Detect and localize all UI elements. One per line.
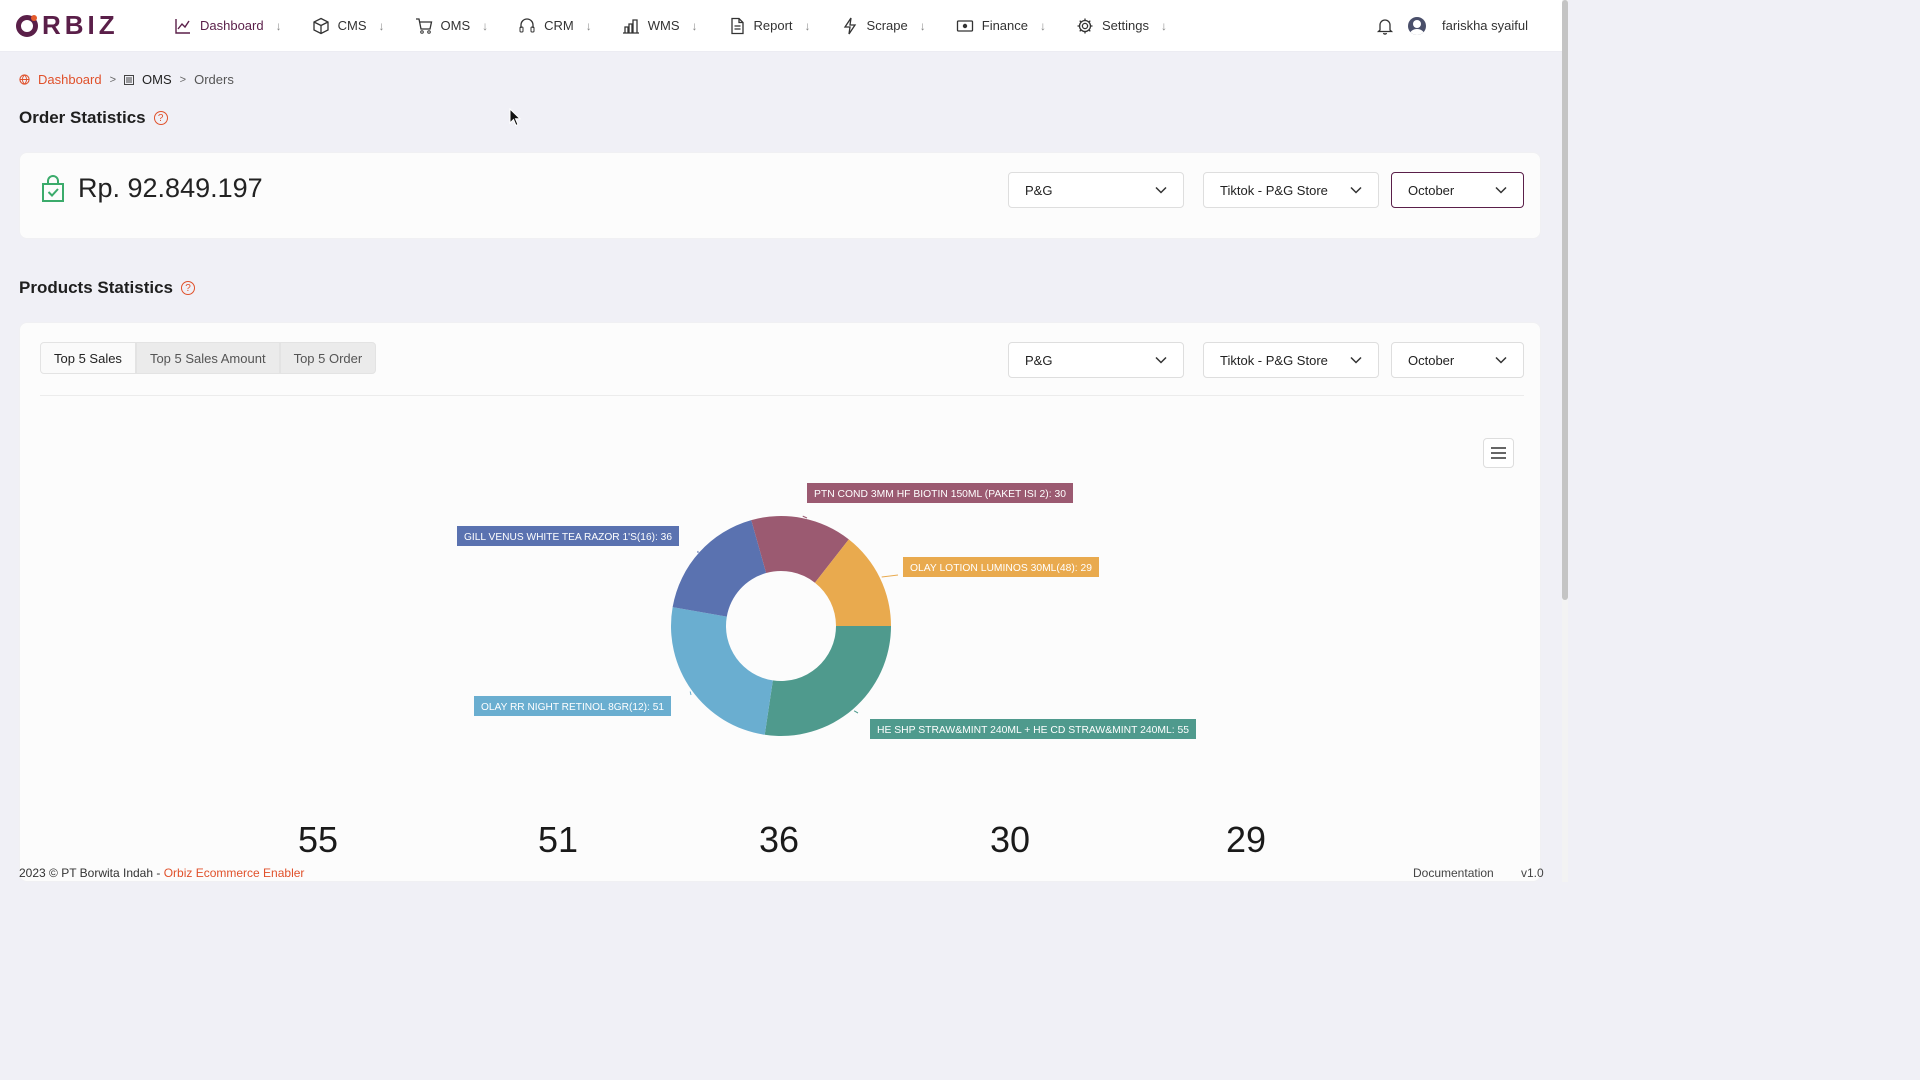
label-connector — [689, 691, 692, 696]
nav-item-wms[interactable]: WMS ↓ — [622, 0, 698, 52]
label-connector — [802, 515, 808, 519]
select-value: P&G — [1025, 182, 1053, 198]
order-amount: Rp. 92.849.197 — [40, 173, 263, 204]
headset-icon — [519, 17, 535, 32]
logo-text: RBIZ — [42, 10, 119, 40]
arrow-down-icon: ↓ — [919, 18, 926, 33]
month-select[interactable]: October — [1391, 172, 1524, 208]
top-navbar: RBIZ Dashboard ↓ CMS ↓ OMS ↓ CRM ↓ WMS ↓ — [0, 0, 1562, 52]
total-amount-value: Rp. 92.849.197 — [78, 173, 263, 203]
cash-icon — [956, 19, 973, 32]
main-nav: Dashboard ↓ CMS ↓ OMS ↓ CRM ↓ WMS ↓ Repo… — [174, 0, 1197, 52]
brand-link[interactable]: Orbiz Ecommerce Enabler — [164, 866, 305, 880]
nav-item-report[interactable]: Report ↓ — [728, 0, 811, 52]
footer: 2023 © PT Borwita Indah - Orbiz Ecommerc… — [0, 866, 1562, 882]
section-title-text: Order Statistics — [19, 108, 146, 127]
breadcrumb-dashboard-link[interactable]: Dashboard — [38, 72, 102, 87]
stat-number: 30 — [990, 819, 1031, 860]
nav-label: WMS — [647, 18, 680, 33]
nav-label: Dashboard — [200, 18, 264, 33]
donut-chart: HE SHP STRAW&MINT 240ML + HE CD STRAW&MI… — [457, 483, 1196, 739]
nav-item-cms[interactable]: CMS ↓ — [312, 0, 385, 52]
select-value: Tiktok - P&G Store — [1220, 182, 1328, 198]
arrow-down-icon: ↓ — [1160, 18, 1167, 33]
breadcrumb-current: Orders — [194, 72, 234, 87]
select-value: October — [1408, 182, 1455, 198]
bolt-icon — [843, 17, 856, 34]
data-label: OLAY RR NIGHT RETINOL 8GR(12): 51 — [481, 701, 664, 713]
stat-number: 51 — [538, 819, 579, 860]
label-connector — [881, 574, 899, 578]
chart-line-icon — [175, 18, 190, 34]
chevron-down-icon — [1155, 186, 1167, 194]
chevron-down-icon — [1350, 186, 1362, 194]
arrow-down-icon: ↓ — [482, 18, 489, 33]
section-title-text: Products Statistics — [19, 278, 173, 297]
arrow-down-icon: ↓ — [275, 18, 282, 33]
nav-label: Settings — [1102, 18, 1149, 33]
nav-label: CMS — [337, 18, 367, 33]
store-select[interactable]: Tiktok - P&G Store — [1203, 172, 1379, 208]
order-statistics-card: Rp. 92.849.197 P&G Tiktok - P&G Store Oc… — [19, 152, 1541, 239]
username[interactable]: fariskha syaiful — [1442, 18, 1528, 33]
version-label: v1.0 — [1521, 866, 1544, 880]
breadcrumb-separator: > — [109, 73, 117, 86]
nav-label: Scrape — [866, 18, 908, 33]
brand-select[interactable]: P&G — [1008, 172, 1184, 208]
orbiz-logo[interactable]: RBIZ — [16, 10, 126, 40]
products-statistics-card: Top 5 Sales Top 5 Sales Amount Top 5 Ord… — [19, 322, 1541, 882]
documentation-link[interactable]: Documentation — [1413, 866, 1494, 880]
warehouse-icon — [622, 18, 639, 34]
stat-number: 29 — [1226, 819, 1267, 860]
avatar[interactable] — [1408, 16, 1427, 35]
breadcrumb: Dashboard > OMS > Orders — [19, 72, 234, 87]
data-label: GILL VENUS WHITE TEA RAZOR 1'S(16): 36 — [464, 531, 672, 543]
donut-slice[interactable] — [672, 520, 767, 617]
footer-copyright: 2023 © PT Borwita Indah - Orbiz Ecommerc… — [19, 866, 304, 880]
document-icon — [730, 17, 744, 34]
globe-icon — [19, 74, 30, 85]
order-statistics-title: Order Statistics ? — [19, 108, 168, 128]
list-icon — [124, 74, 135, 85]
copyright-text: 2023 © PT Borwita Indah - — [19, 866, 164, 880]
data-label: HE SHP STRAW&MINT 240ML + HE CD STRAW&MI… — [877, 724, 1189, 736]
help-icon[interactable]: ? — [181, 281, 195, 295]
data-label: PTN COND 3MM HF BIOTIN 150ML (PAKET ISI … — [814, 488, 1066, 500]
arrow-down-icon: ↓ — [691, 18, 698, 33]
arrow-down-icon: ↓ — [804, 18, 811, 33]
box-icon — [312, 17, 329, 34]
cart-icon — [415, 17, 432, 34]
nav-item-dashboard[interactable]: Dashboard ↓ — [174, 0, 282, 52]
nav-label: Report — [753, 18, 793, 33]
arrow-down-icon: ↓ — [585, 18, 592, 33]
products-statistics-title: Products Statistics ? — [19, 278, 195, 298]
help-icon[interactable]: ? — [153, 111, 168, 125]
breadcrumb-separator: > — [179, 73, 187, 86]
nav-label: Finance — [981, 18, 1028, 33]
page-scrollbar[interactable] — [1562, 0, 1568, 882]
arrow-down-icon: ↓ — [1040, 18, 1046, 33]
donut-slice[interactable] — [671, 607, 773, 735]
nav-item-finance[interactable]: Finance ↓ — [956, 0, 1046, 52]
nav-item-crm[interactable]: CRM ↓ — [518, 0, 592, 52]
gear-icon — [1077, 18, 1093, 33]
scrollbar-thumb[interactable] — [1562, 0, 1568, 600]
nav-label: OMS — [440, 18, 471, 33]
data-label: OLAY LOTION LUMINOS 30ML(48): 29 — [910, 562, 1092, 574]
user-area: fariskha syaiful — [1376, 16, 1528, 35]
stat-number: 55 — [298, 819, 339, 860]
label-connector — [853, 710, 859, 714]
nav-label: CRM — [544, 18, 574, 33]
bell-icon[interactable] — [1376, 17, 1394, 35]
logo-o-icon — [16, 14, 38, 37]
nav-item-settings[interactable]: Settings ↓ — [1076, 0, 1167, 52]
arrow-down-icon: ↓ — [378, 18, 385, 33]
stat-number: 36 — [759, 819, 800, 860]
breadcrumb-oms-link[interactable]: OMS — [142, 72, 172, 87]
shopping-bag-check-icon — [42, 174, 64, 202]
chevron-down-icon — [1495, 186, 1507, 194]
mouse-cursor-icon — [509, 108, 522, 127]
nav-item-oms[interactable]: OMS ↓ — [415, 0, 489, 52]
nav-item-scrape[interactable]: Scrape ↓ — [841, 0, 926, 52]
